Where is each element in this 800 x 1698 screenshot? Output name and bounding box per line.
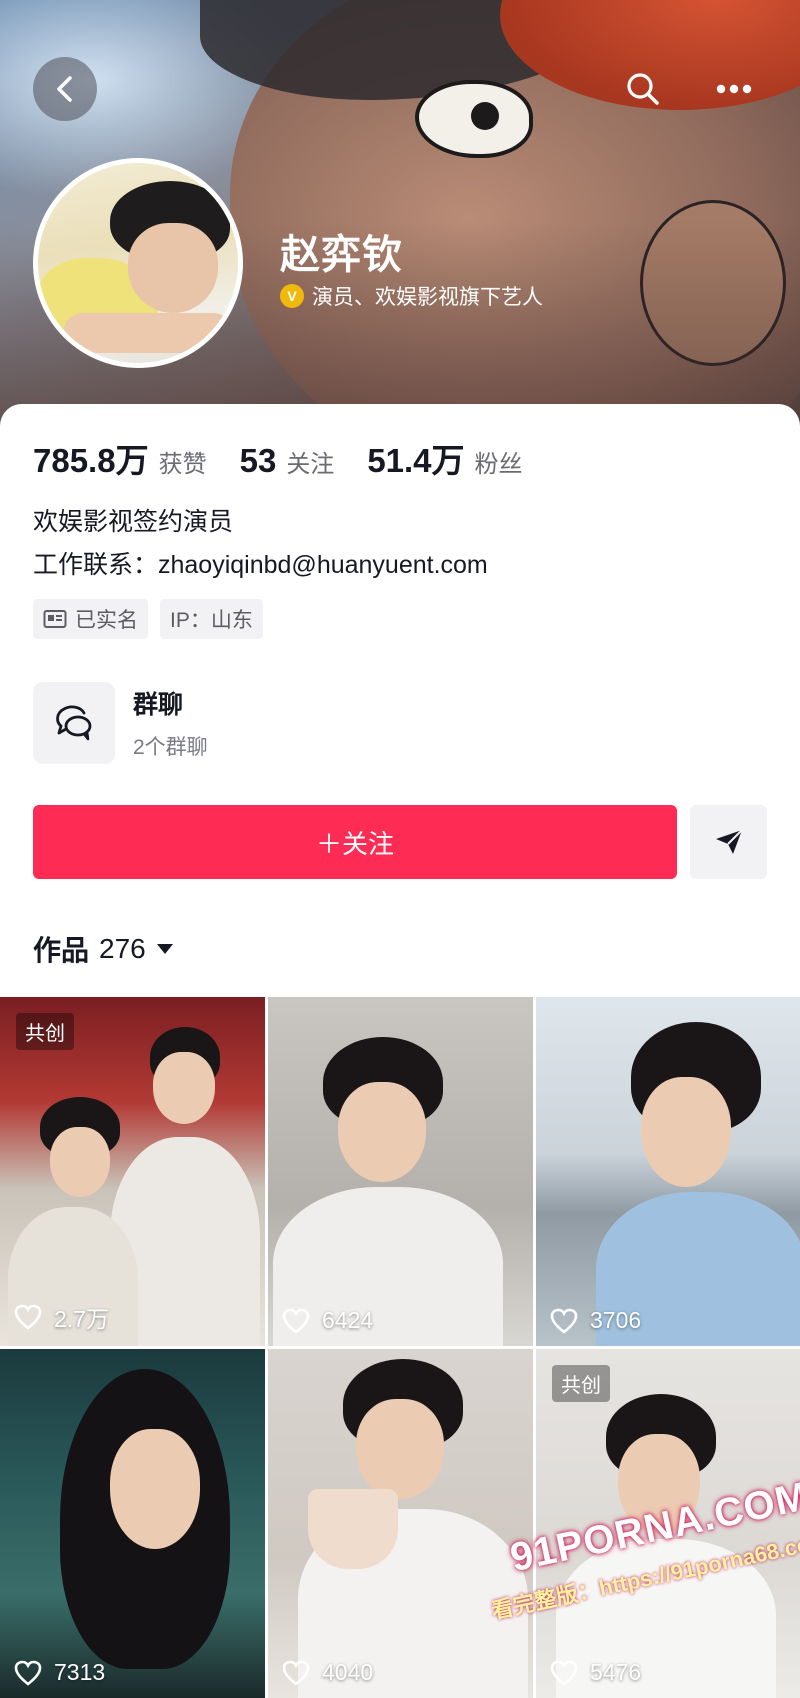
- thumb-cup: [308, 1489, 398, 1569]
- stat-label: 关注: [286, 451, 335, 478]
- stat-value: 51.4万: [367, 442, 465, 479]
- co-create-badge: 共创: [552, 1365, 610, 1402]
- search-button[interactable]: [618, 64, 668, 114]
- like-count-value: 5476: [590, 1659, 642, 1685]
- stat-likes: 785.8万 获赞: [33, 434, 207, 482]
- ip-label: IP：山东: [170, 609, 253, 632]
- more-icon: [716, 84, 752, 94]
- send-icon: [715, 829, 743, 854]
- heart-icon: [550, 1308, 578, 1334]
- like-count: 4040: [282, 1659, 373, 1686]
- like-count-value: 3706: [590, 1307, 642, 1333]
- like-count: 2.7万: [14, 1300, 109, 1334]
- heart-icon: [282, 1308, 310, 1334]
- video-thumbnail[interactable]: 3706: [536, 997, 800, 1346]
- video-thumbnail[interactable]: 4040: [268, 1349, 533, 1698]
- search-icon: [627, 73, 659, 105]
- bio-contact: 工作联系：zhaoyiqinbd@huanyuent.com: [33, 551, 488, 579]
- like-count-value: 6424: [322, 1307, 374, 1333]
- stats-row: 785.8万 获赞 53 关注 51.4万 粉丝: [33, 434, 556, 482]
- heart-icon: [14, 1660, 42, 1686]
- thumb-figure: [356, 1399, 444, 1499]
- stat-value: 53: [239, 442, 277, 479]
- stat-label: 获赞: [158, 451, 207, 478]
- group-chat-entry[interactable]: 群聊 2个群聊: [33, 682, 733, 764]
- profile-name: 赵弈钦: [280, 233, 403, 277]
- group-chat-title: 群聊: [133, 691, 184, 719]
- avatar-arm: [63, 313, 233, 353]
- like-count-value: 7313: [54, 1659, 106, 1685]
- works-label: 作品: [33, 935, 90, 966]
- video-thumbnail[interactable]: 7313: [0, 1349, 265, 1698]
- thumb-figure: [338, 1082, 426, 1182]
- stat-label: 粉丝: [474, 451, 523, 478]
- more-button[interactable]: [709, 64, 759, 114]
- verification-text: 演员、欢娱影视旗下艺人: [312, 286, 543, 309]
- like-count: 6424: [282, 1307, 373, 1334]
- ip-tag: IP：山东: [160, 599, 263, 639]
- video-thumbnail[interactable]: 6424: [268, 997, 533, 1346]
- heart-icon: [282, 1660, 310, 1686]
- chat-bubbles-icon: [56, 705, 92, 741]
- avatar[interactable]: [33, 158, 243, 368]
- follow-button[interactable]: ＋关注: [33, 805, 677, 879]
- stat-following[interactable]: 53 关注: [240, 442, 335, 480]
- profile-tags: 已实名 IP：山东: [33, 599, 263, 639]
- like-count: 7313: [14, 1659, 105, 1686]
- real-name-tag: 已实名: [33, 599, 148, 639]
- thumb-figure: [110, 1429, 200, 1549]
- bio-line: 欢娱影视签约演员: [33, 508, 234, 536]
- banner-artwork-eye: [415, 80, 533, 158]
- works-dropdown[interactable]: 作品 276: [33, 929, 174, 969]
- stat-followers[interactable]: 51.4万 粉丝: [367, 434, 522, 482]
- like-count-value: 2.7万: [54, 1306, 109, 1332]
- group-chat-icon-box: [33, 682, 115, 764]
- back-button[interactable]: [33, 57, 97, 121]
- avatar-face: [128, 223, 218, 313]
- verification-row: V 演员、欢娱影视旗下艺人: [280, 281, 543, 311]
- caret-down-icon: [156, 944, 173, 954]
- thumb-figure: [50, 1127, 110, 1197]
- works-count: 276: [99, 933, 146, 964]
- video-thumbnail[interactable]: 共创 2.7万: [0, 997, 265, 1346]
- thumb-figure: [641, 1077, 731, 1187]
- id-card-icon: [43, 610, 67, 628]
- group-chat-subtitle: 2个群聊: [133, 736, 208, 759]
- verified-badge-icon: V: [280, 284, 304, 308]
- heart-icon: [14, 1304, 42, 1330]
- message-button[interactable]: [690, 805, 767, 879]
- stat-value: 785.8万: [33, 442, 149, 479]
- heart-icon: [550, 1660, 578, 1686]
- co-create-badge: 共创: [16, 1013, 74, 1050]
- like-count-value: 4040: [322, 1659, 374, 1685]
- like-count: 3706: [550, 1307, 641, 1334]
- real-name-label: 已实名: [75, 609, 138, 632]
- thumb-figure: [153, 1052, 215, 1124]
- like-count: 5476: [550, 1659, 641, 1686]
- back-icon: [57, 76, 72, 102]
